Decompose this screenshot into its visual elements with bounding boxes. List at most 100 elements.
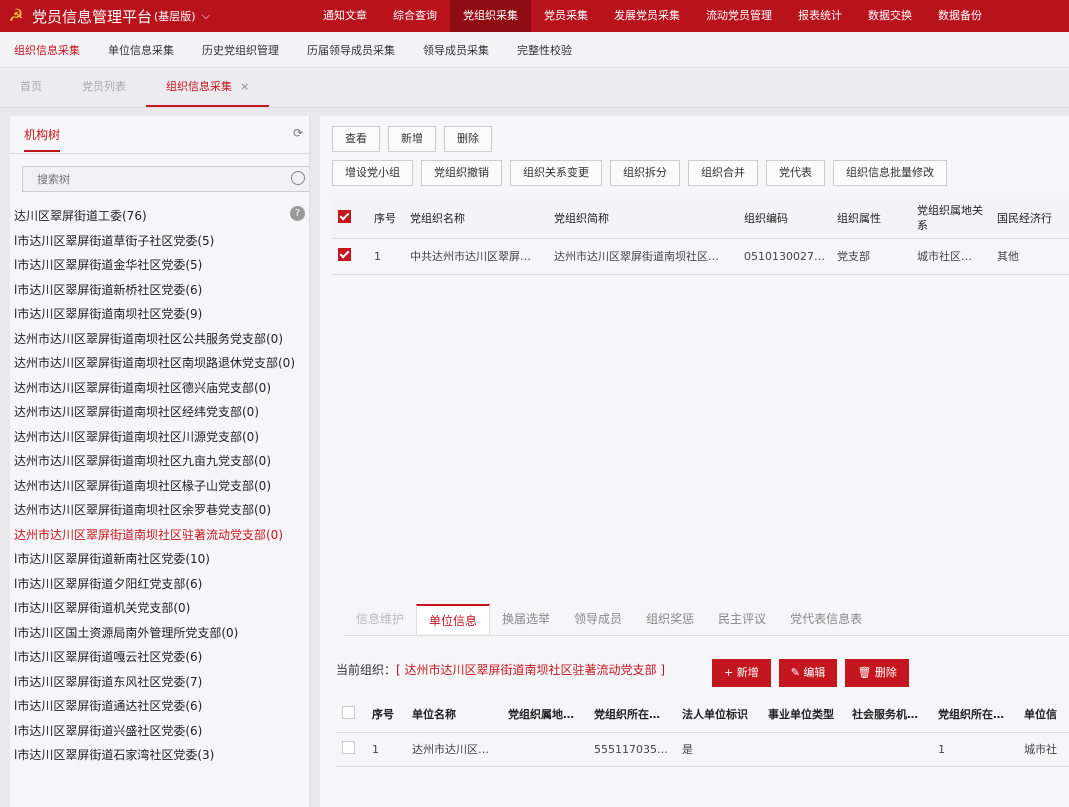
- subnav-unit-info[interactable]: 单位信息采集: [94, 42, 188, 58]
- tree-node[interactable]: 达州市达川区翠屏街道南坝社区经纬党支部(0): [10, 400, 309, 425]
- topnav-notice[interactable]: 通知文章: [310, 0, 380, 32]
- tree-node[interactable]: l市达川区翠屏街道兴盛社区党委(6): [10, 719, 309, 744]
- grid-header[interactable]: 党组织简称: [548, 198, 738, 239]
- view-button[interactable]: 查看: [332, 126, 380, 152]
- table-row[interactable]: 1 中共达州市达川区翠屏… 达州市达川区翠屏街道南坝社区… 0510130027…: [332, 238, 1069, 275]
- checkbox-checked-icon[interactable]: [338, 248, 351, 261]
- grid-header[interactable]: 组织属性: [831, 198, 911, 239]
- change-relation-button[interactable]: 组织关系变更: [510, 160, 602, 186]
- table-cell: 555117035…: [588, 732, 676, 767]
- merge-org-button[interactable]: 组织合并: [688, 160, 758, 186]
- tree-node[interactable]: l市达川区翠屏街道东风社区党委(7): [10, 670, 309, 695]
- topnav-report[interactable]: 报表统计: [785, 0, 855, 32]
- tab-unit-info[interactable]: 单位信息: [416, 604, 491, 635]
- topnav-exchange[interactable]: 数据交换: [855, 0, 925, 32]
- topnav-mobile[interactable]: 流动党员管理: [693, 0, 785, 32]
- table-cell: 是: [676, 732, 762, 767]
- tab-review[interactable]: 民主评议: [706, 604, 778, 635]
- tab-home[interactable]: 首页: [0, 67, 62, 107]
- tree-node[interactable]: 达州市达川区翠屏街道南坝社区椽子山党支部(0): [10, 474, 309, 499]
- row-checkbox[interactable]: [336, 732, 366, 767]
- current-org: 当前组织：[ 达州市达川区翠屏街道南坝社区驻著流动党支部 ]: [336, 661, 665, 678]
- tab-election[interactable]: 换届选举: [490, 604, 562, 635]
- grid2-header[interactable]: 党组织所在…: [932, 696, 1018, 733]
- tree-node[interactable]: 达州市达川区翠屏街道南坝社区南坝路退休党支部(0): [10, 351, 309, 376]
- tree-node[interactable]: l市达川区翠屏街道草街子社区党委(5): [10, 229, 309, 254]
- delete-button[interactable]: 删除: [444, 126, 492, 152]
- close-icon[interactable]: ×: [240, 80, 249, 93]
- tree-node[interactable]: 达州市达川区翠屏街道南坝社区川源党支部(0): [10, 425, 309, 450]
- subnav-history-org[interactable]: 历史党组织管理: [188, 42, 293, 58]
- tab-awards[interactable]: 组织奖惩: [634, 604, 706, 635]
- revoke-org-button[interactable]: 党组织撤销: [421, 160, 502, 186]
- table-row[interactable]: 1 达州市达川区… 555117035… 是 1 城市社: [336, 732, 1069, 767]
- tree-node[interactable]: l市达川区翠屏街道嘎云社区党委(6): [10, 645, 309, 670]
- tab-delegate-info[interactable]: 党代表信息表: [778, 604, 874, 635]
- topnav-backup[interactable]: 数据备份: [925, 0, 995, 32]
- grid2-header[interactable]: 事业单位类型: [762, 696, 846, 733]
- search-input[interactable]: [23, 167, 273, 191]
- grid2-header[interactable]: 单位信: [1018, 696, 1069, 733]
- tree-node[interactable]: l市达川区国土资源局南外管理所党支部(0): [10, 621, 309, 646]
- split-org-button[interactable]: 组织拆分: [610, 160, 680, 186]
- tree-node[interactable]: l市达川区翠屏街道金华社区党委(5): [10, 253, 309, 278]
- tree-node[interactable]: l市达川区翠屏街道机关党支部(0): [10, 596, 309, 621]
- tab-info-maintain[interactable]: 信息维护: [344, 604, 416, 635]
- tab-label: 组织信息采集: [166, 80, 232, 93]
- tab-leaders[interactable]: 领导成员: [562, 604, 634, 635]
- tree-node[interactable]: l市达川区翠屏街道新桥社区党委(6): [10, 278, 309, 303]
- grid2-header[interactable]: 党组织所在…: [588, 696, 676, 733]
- topnav-develop[interactable]: 发展党员采集: [601, 0, 693, 32]
- current-org-name: [ 达州市达川区翠屏街道南坝社区驻著流动党支部 ]: [396, 663, 666, 677]
- grid2-header[interactable]: 单位名称: [406, 696, 502, 733]
- subnav-org-info[interactable]: 组织信息采集: [0, 42, 94, 58]
- unit-add-button[interactable]: + 新增: [712, 659, 771, 687]
- grid-header[interactable]: 组织编码: [738, 198, 831, 239]
- delegate-button[interactable]: 党代表: [766, 160, 825, 186]
- grid-header[interactable]: 国民经济行: [991, 198, 1069, 239]
- chevron-down-icon[interactable]: ⌵: [202, 9, 210, 23]
- grid-header[interactable]: 党组织属地关系: [911, 198, 991, 239]
- add-button[interactable]: 新增: [388, 126, 436, 152]
- tree-node[interactable]: l市达川区翠屏街道新南社区党委(10): [10, 547, 309, 572]
- tree-node[interactable]: 达州市达川区翠屏街道南坝社区余罗巷党支部(0): [10, 498, 309, 523]
- subnav-integrity[interactable]: 完整性校验: [503, 42, 586, 58]
- topnav-member-collect[interactable]: 党员采集: [531, 0, 601, 32]
- tree-node[interactable]: 达州市达川区翠屏街道南坝社区公共服务党支部(0): [10, 327, 309, 352]
- tab-member-list[interactable]: 党员列表: [62, 67, 146, 107]
- add-group-button[interactable]: 增设党小组: [332, 160, 413, 186]
- tree-node[interactable]: 达川区翠屏街道工委(76): [10, 204, 309, 229]
- tree-node[interactable]: l市达川区翠屏街道南坝社区党委(9): [10, 302, 309, 327]
- tab-org-collect[interactable]: 组织信息采集 ×: [146, 67, 270, 107]
- search-icon[interactable]: [291, 171, 305, 185]
- batch-edit-button[interactable]: 组织信息批量修改: [833, 160, 947, 186]
- checkbox-icon[interactable]: [342, 705, 355, 719]
- tree-node[interactable]: l市达川区翠屏街道石家湾社区党委(3): [10, 743, 309, 768]
- grid2-header[interactable]: 法人单位标识: [676, 696, 762, 733]
- unit-delete-button[interactable]: 🗑 删除: [845, 659, 909, 687]
- topnav-query[interactable]: 综合查询: [380, 0, 450, 32]
- tree-node[interactable]: 达州市达川区翠屏街道南坝社区驻著流动党支部(0): [10, 523, 309, 548]
- checkbox-icon[interactable]: [342, 741, 355, 754]
- tree-node[interactable]: 达州市达川区翠屏街道南坝社区德兴庙党支部(0): [10, 376, 309, 401]
- refresh-icon[interactable]: ⟳: [293, 126, 303, 140]
- checkbox-checked-icon[interactable]: [338, 209, 351, 223]
- tree-node[interactable]: 达州市达川区翠屏街道南坝社区九亩九党支部(0): [10, 449, 309, 474]
- topnav-org-collect[interactable]: 党组织采集: [450, 0, 531, 32]
- grid2-select-all[interactable]: [336, 696, 366, 733]
- row-checkbox[interactable]: [332, 238, 368, 275]
- unit-edit-button[interactable]: ✎ 编辑: [778, 659, 838, 687]
- grid2-header[interactable]: 社会服务机…: [846, 696, 932, 733]
- tree-node[interactable]: l市达川区翠屏街道夕阳红党支部(6): [10, 572, 309, 597]
- toolbar-primary: 查看 新增 删除: [332, 126, 492, 152]
- grid2-header[interactable]: 序号: [366, 696, 406, 733]
- subnav-leaders[interactable]: 领导成员采集: [409, 42, 503, 58]
- grid-header[interactable]: 序号: [368, 198, 404, 239]
- grid-select-all[interactable]: [332, 198, 368, 239]
- org-grid: 序号 党组织名称 党组织简称 组织编码 组织属性 党组织属地关系 国民经济行 1…: [332, 198, 1069, 275]
- grid-header[interactable]: 党组织名称: [404, 198, 548, 239]
- grid2-header[interactable]: 党组织属地…: [502, 696, 588, 733]
- org-tree: 达川区翠屏街道工委(76) l市达川区翠屏街道草街子社区党委(5) l市达川区翠屏街…: [10, 204, 309, 768]
- subnav-past-leaders[interactable]: 历届领导成员采集: [293, 42, 409, 58]
- tree-node[interactable]: l市达川区翠屏街道通达社区党委(6): [10, 694, 309, 719]
